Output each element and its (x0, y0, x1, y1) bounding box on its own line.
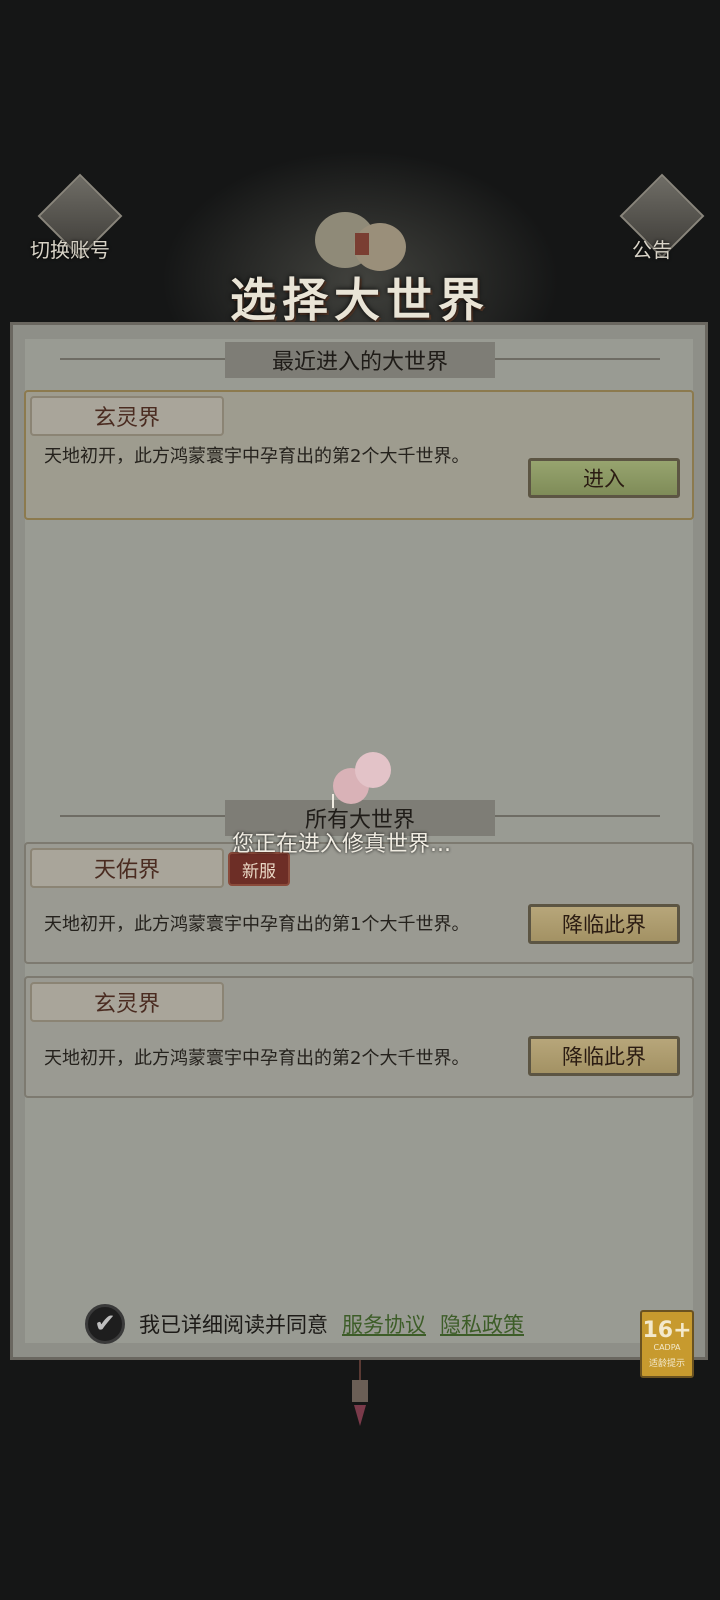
checkmark-icon: ✔ (94, 1309, 116, 1339)
descend-world-button[interactable]: 降临此界 (528, 904, 680, 944)
world-description: 天地初开，此方鸿蒙寰宇中孕育出的第2个大千世界。 (44, 1048, 470, 1069)
age-rating-label: 适龄提示 (648, 1359, 685, 1369)
recent-world-card: 玄灵界 天地初开，此方鸿蒙寰宇中孕育出的第2个大千世界。 进入 (24, 390, 694, 520)
world-name: 天佑界 (30, 848, 224, 888)
agreement-row: ✔ 我已详细阅读并同意 服务协议 隐私政策 (85, 1304, 524, 1344)
privacy-policy-link[interactable]: 隐私政策 (440, 1309, 524, 1339)
age-rating: 16+ (642, 1318, 692, 1343)
descend-world-button[interactable]: 降临此界 (528, 1036, 680, 1076)
agreement-text: 我已详细阅读并同意 (139, 1313, 328, 1337)
notice-label: 公告 (632, 238, 672, 262)
all-section-title: 所有大世界 (225, 800, 495, 836)
notice-button[interactable]: 公告 (602, 173, 705, 270)
world-card: 玄灵界 天地初开，此方鸿蒙寰宇中孕育出的第2个大千世界。 降临此界 (24, 976, 694, 1098)
service-agreement-link[interactable]: 服务协议 (342, 1309, 426, 1339)
world-name: 玄灵界 (30, 396, 224, 436)
world-card: 天佑界 新服 天地初开，此方鸿蒙寰宇中孕育出的第1个大千世界。 降临此界 (24, 842, 694, 964)
switch-account-button[interactable]: 切换账号 (20, 173, 123, 270)
world-description: 天地初开，此方鸿蒙寰宇中孕育出的第2个大千世界。 (44, 446, 470, 467)
world-description: 天地初开，此方鸿蒙寰宇中孕育出的第1个大千世界。 (44, 914, 470, 935)
recent-section-title: 最近进入的大世界 (225, 342, 495, 378)
new-server-badge: 新服 (228, 852, 290, 886)
agreement-checkbox[interactable]: ✔ (85, 1304, 125, 1344)
age-rating-badge[interactable]: 16+ CADPA 适龄提示 (640, 1310, 694, 1378)
pendant-ornament-icon (352, 1360, 368, 1426)
enter-world-button[interactable]: 进入 (528, 458, 680, 498)
switch-account-label: 切换账号 (30, 238, 110, 262)
age-rating-org: CADPA (653, 1343, 681, 1352)
world-name: 玄灵界 (30, 982, 224, 1022)
